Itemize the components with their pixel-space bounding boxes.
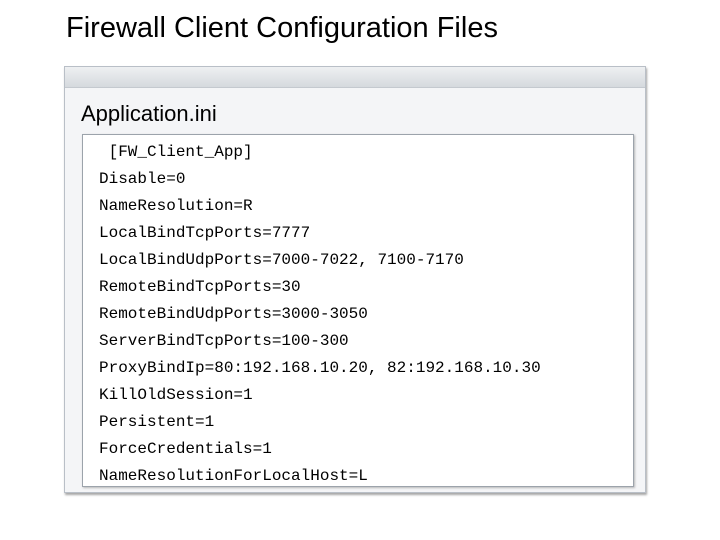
- panel-heading: Application.ini: [81, 101, 217, 126]
- ini-line: NameResolutionForLocalHost=L: [99, 467, 368, 485]
- ini-line: ForceCredentials=1: [99, 440, 272, 458]
- ini-line: RemoteBindUdpPorts=3000-3050: [99, 305, 368, 323]
- panel-header-bar: [65, 67, 645, 88]
- slide-title: Firewall Client Configuration Files: [66, 12, 498, 44]
- ini-lines-list: [FW_Client_App] Disable=0 NameResolution…: [99, 139, 541, 490]
- ini-line: LocalBindTcpPorts=7777: [99, 224, 311, 242]
- ini-line: RemoteBindTcpPorts=30: [99, 278, 301, 296]
- ini-line: KillOldSession=1: [99, 386, 253, 404]
- ini-line: NameResolution=R: [99, 197, 253, 215]
- ini-line-section-header: [FW_Client_App]: [99, 143, 253, 161]
- config-panel: Application.ini [FW_Client_App] Disable=…: [64, 66, 646, 493]
- ini-line: ServerBindTcpPorts=100-300: [99, 332, 349, 350]
- ini-line: ProxyBindIp=80:192.168.10.20, 82:192.168…: [99, 359, 541, 377]
- ini-line: Persistent=1: [99, 413, 215, 431]
- ini-line: Disable=0: [99, 170, 186, 188]
- ini-content-box: [FW_Client_App] Disable=0 NameResolution…: [82, 134, 634, 487]
- ini-line: LocalBindUdpPorts=7000-7022, 7100-7170: [99, 251, 464, 269]
